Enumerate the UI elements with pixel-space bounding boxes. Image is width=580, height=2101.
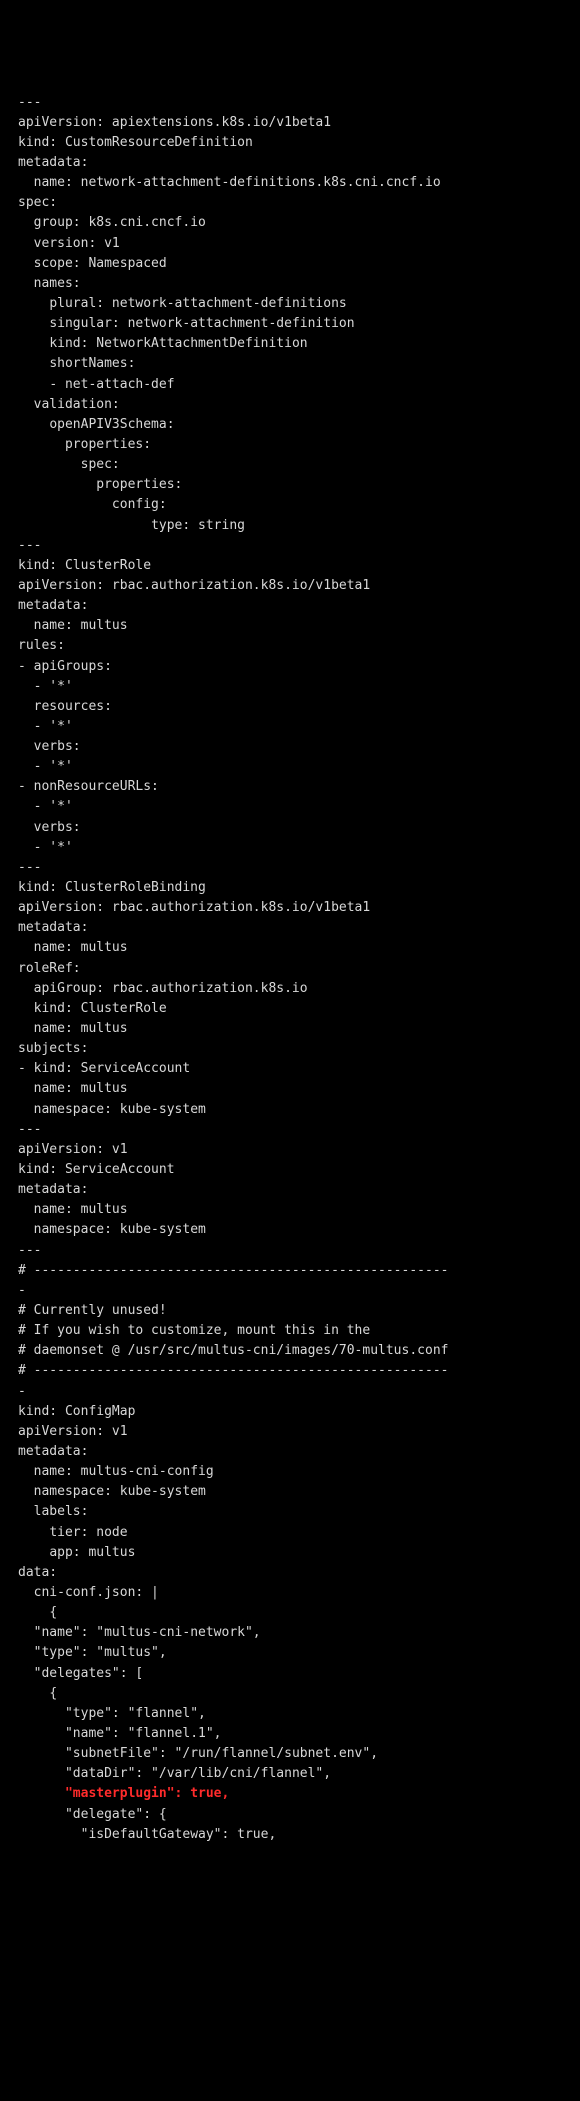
code-line: --- xyxy=(18,1120,562,1140)
code-line: rules: xyxy=(18,636,562,656)
code-line: "type": "multus", xyxy=(18,1643,562,1663)
yaml-code-block: ---apiVersion: apiextensions.k8s.io/v1be… xyxy=(18,93,562,1845)
code-line: metadata: xyxy=(18,1442,562,1462)
code-line: validation: xyxy=(18,395,562,415)
code-line: config: xyxy=(18,495,562,515)
code-line: apiGroup: rbac.authorization.k8s.io xyxy=(18,979,562,999)
code-line: name: network-attachment-definitions.k8s… xyxy=(18,173,562,193)
code-line: - xyxy=(18,1281,562,1301)
code-line: name: multus-cni-config xyxy=(18,1462,562,1482)
code-line: kind: ConfigMap xyxy=(18,1402,562,1422)
code-line: apiVersion: v1 xyxy=(18,1422,562,1442)
code-line: labels: xyxy=(18,1502,562,1522)
code-line: - xyxy=(18,1382,562,1402)
code-line: subjects: xyxy=(18,1039,562,1059)
code-line: - '*' xyxy=(18,717,562,737)
code-line: "delegate": { xyxy=(18,1805,562,1825)
code-line: shortNames: xyxy=(18,354,562,374)
code-line: kind: ClusterRole xyxy=(18,556,562,576)
code-line: - nonResourceURLs: xyxy=(18,777,562,797)
code-line: # --------------------------------------… xyxy=(18,1361,562,1381)
code-line: app: multus xyxy=(18,1543,562,1563)
code-line: "name": "multus-cni-network", xyxy=(18,1623,562,1643)
code-line: data: xyxy=(18,1563,562,1583)
code-line: - '*' xyxy=(18,797,562,817)
code-line: namespace: kube-system xyxy=(18,1220,562,1240)
code-line: - '*' xyxy=(18,677,562,697)
code-line: metadata: xyxy=(18,153,562,173)
code-line: namespace: kube-system xyxy=(18,1100,562,1120)
code-line: properties: xyxy=(18,475,562,495)
code-line: --- xyxy=(18,858,562,878)
code-line: # Currently unused! xyxy=(18,1301,562,1321)
code-line: spec: xyxy=(18,455,562,475)
code-line: kind: ClusterRoleBinding xyxy=(18,878,562,898)
code-line: kind: CustomResourceDefinition xyxy=(18,133,562,153)
code-line: name: multus xyxy=(18,1200,562,1220)
code-line: roleRef: xyxy=(18,959,562,979)
code-line: openAPIV3Schema: xyxy=(18,415,562,435)
code-line: type: string xyxy=(18,516,562,536)
code-line: "type": "flannel", xyxy=(18,1704,562,1724)
code-line: group: k8s.cni.cncf.io xyxy=(18,213,562,233)
code-line: name: multus xyxy=(18,1019,562,1039)
code-line: metadata: xyxy=(18,1180,562,1200)
code-line: namespace: kube-system xyxy=(18,1482,562,1502)
code-line: "isDefaultGateway": true, xyxy=(18,1825,562,1845)
code-line: properties: xyxy=(18,435,562,455)
code-line: verbs: xyxy=(18,737,562,757)
code-line: tier: node xyxy=(18,1523,562,1543)
code-line: "subnetFile": "/run/flannel/subnet.env", xyxy=(18,1744,562,1764)
code-line: --- xyxy=(18,536,562,556)
code-line: apiVersion: apiextensions.k8s.io/v1beta1 xyxy=(18,113,562,133)
code-line: name: multus xyxy=(18,616,562,636)
highlighted-text: "masterplugin": true, xyxy=(65,1786,229,1801)
code-line: name: multus xyxy=(18,1079,562,1099)
code-line: apiVersion: rbac.authorization.k8s.io/v1… xyxy=(18,576,562,596)
code-line: - apiGroups: xyxy=(18,657,562,677)
code-line: scope: Namespaced xyxy=(18,254,562,274)
code-line: "dataDir": "/var/lib/cni/flannel", xyxy=(18,1764,562,1784)
code-line: verbs: xyxy=(18,818,562,838)
code-line: apiVersion: v1 xyxy=(18,1140,562,1160)
code-line: resources: xyxy=(18,697,562,717)
code-line: # daemonset @ /usr/src/multus-cni/images… xyxy=(18,1341,562,1361)
code-line: # --------------------------------------… xyxy=(18,1261,562,1281)
code-line: kind: ClusterRole xyxy=(18,999,562,1019)
code-line: apiVersion: rbac.authorization.k8s.io/v1… xyxy=(18,898,562,918)
code-line: singular: network-attachment-definition xyxy=(18,314,562,334)
code-line: metadata: xyxy=(18,596,562,616)
code-line: metadata: xyxy=(18,918,562,938)
code-line: kind: ServiceAccount xyxy=(18,1160,562,1180)
code-line: { xyxy=(18,1603,562,1623)
code-line: spec: xyxy=(18,193,562,213)
code-line: "delegates": [ xyxy=(18,1664,562,1684)
code-line: "name": "flannel.1", xyxy=(18,1724,562,1744)
code-line: version: v1 xyxy=(18,234,562,254)
code-line: --- xyxy=(18,1241,562,1261)
code-line: --- xyxy=(18,93,562,113)
code-line: cni-conf.json: | xyxy=(18,1583,562,1603)
code-line: # If you wish to customize, mount this i… xyxy=(18,1321,562,1341)
code-line: - '*' xyxy=(18,838,562,858)
code-line: plural: network-attachment-definitions xyxy=(18,294,562,314)
code-line: name: multus xyxy=(18,938,562,958)
code-line: - kind: ServiceAccount xyxy=(18,1059,562,1079)
code-line: { xyxy=(18,1684,562,1704)
code-line: - '*' xyxy=(18,757,562,777)
code-line: - net-attach-def xyxy=(18,375,562,395)
code-line: "masterplugin": true, xyxy=(18,1784,562,1804)
code-line: kind: NetworkAttachmentDefinition xyxy=(18,334,562,354)
code-line: names: xyxy=(18,274,562,294)
